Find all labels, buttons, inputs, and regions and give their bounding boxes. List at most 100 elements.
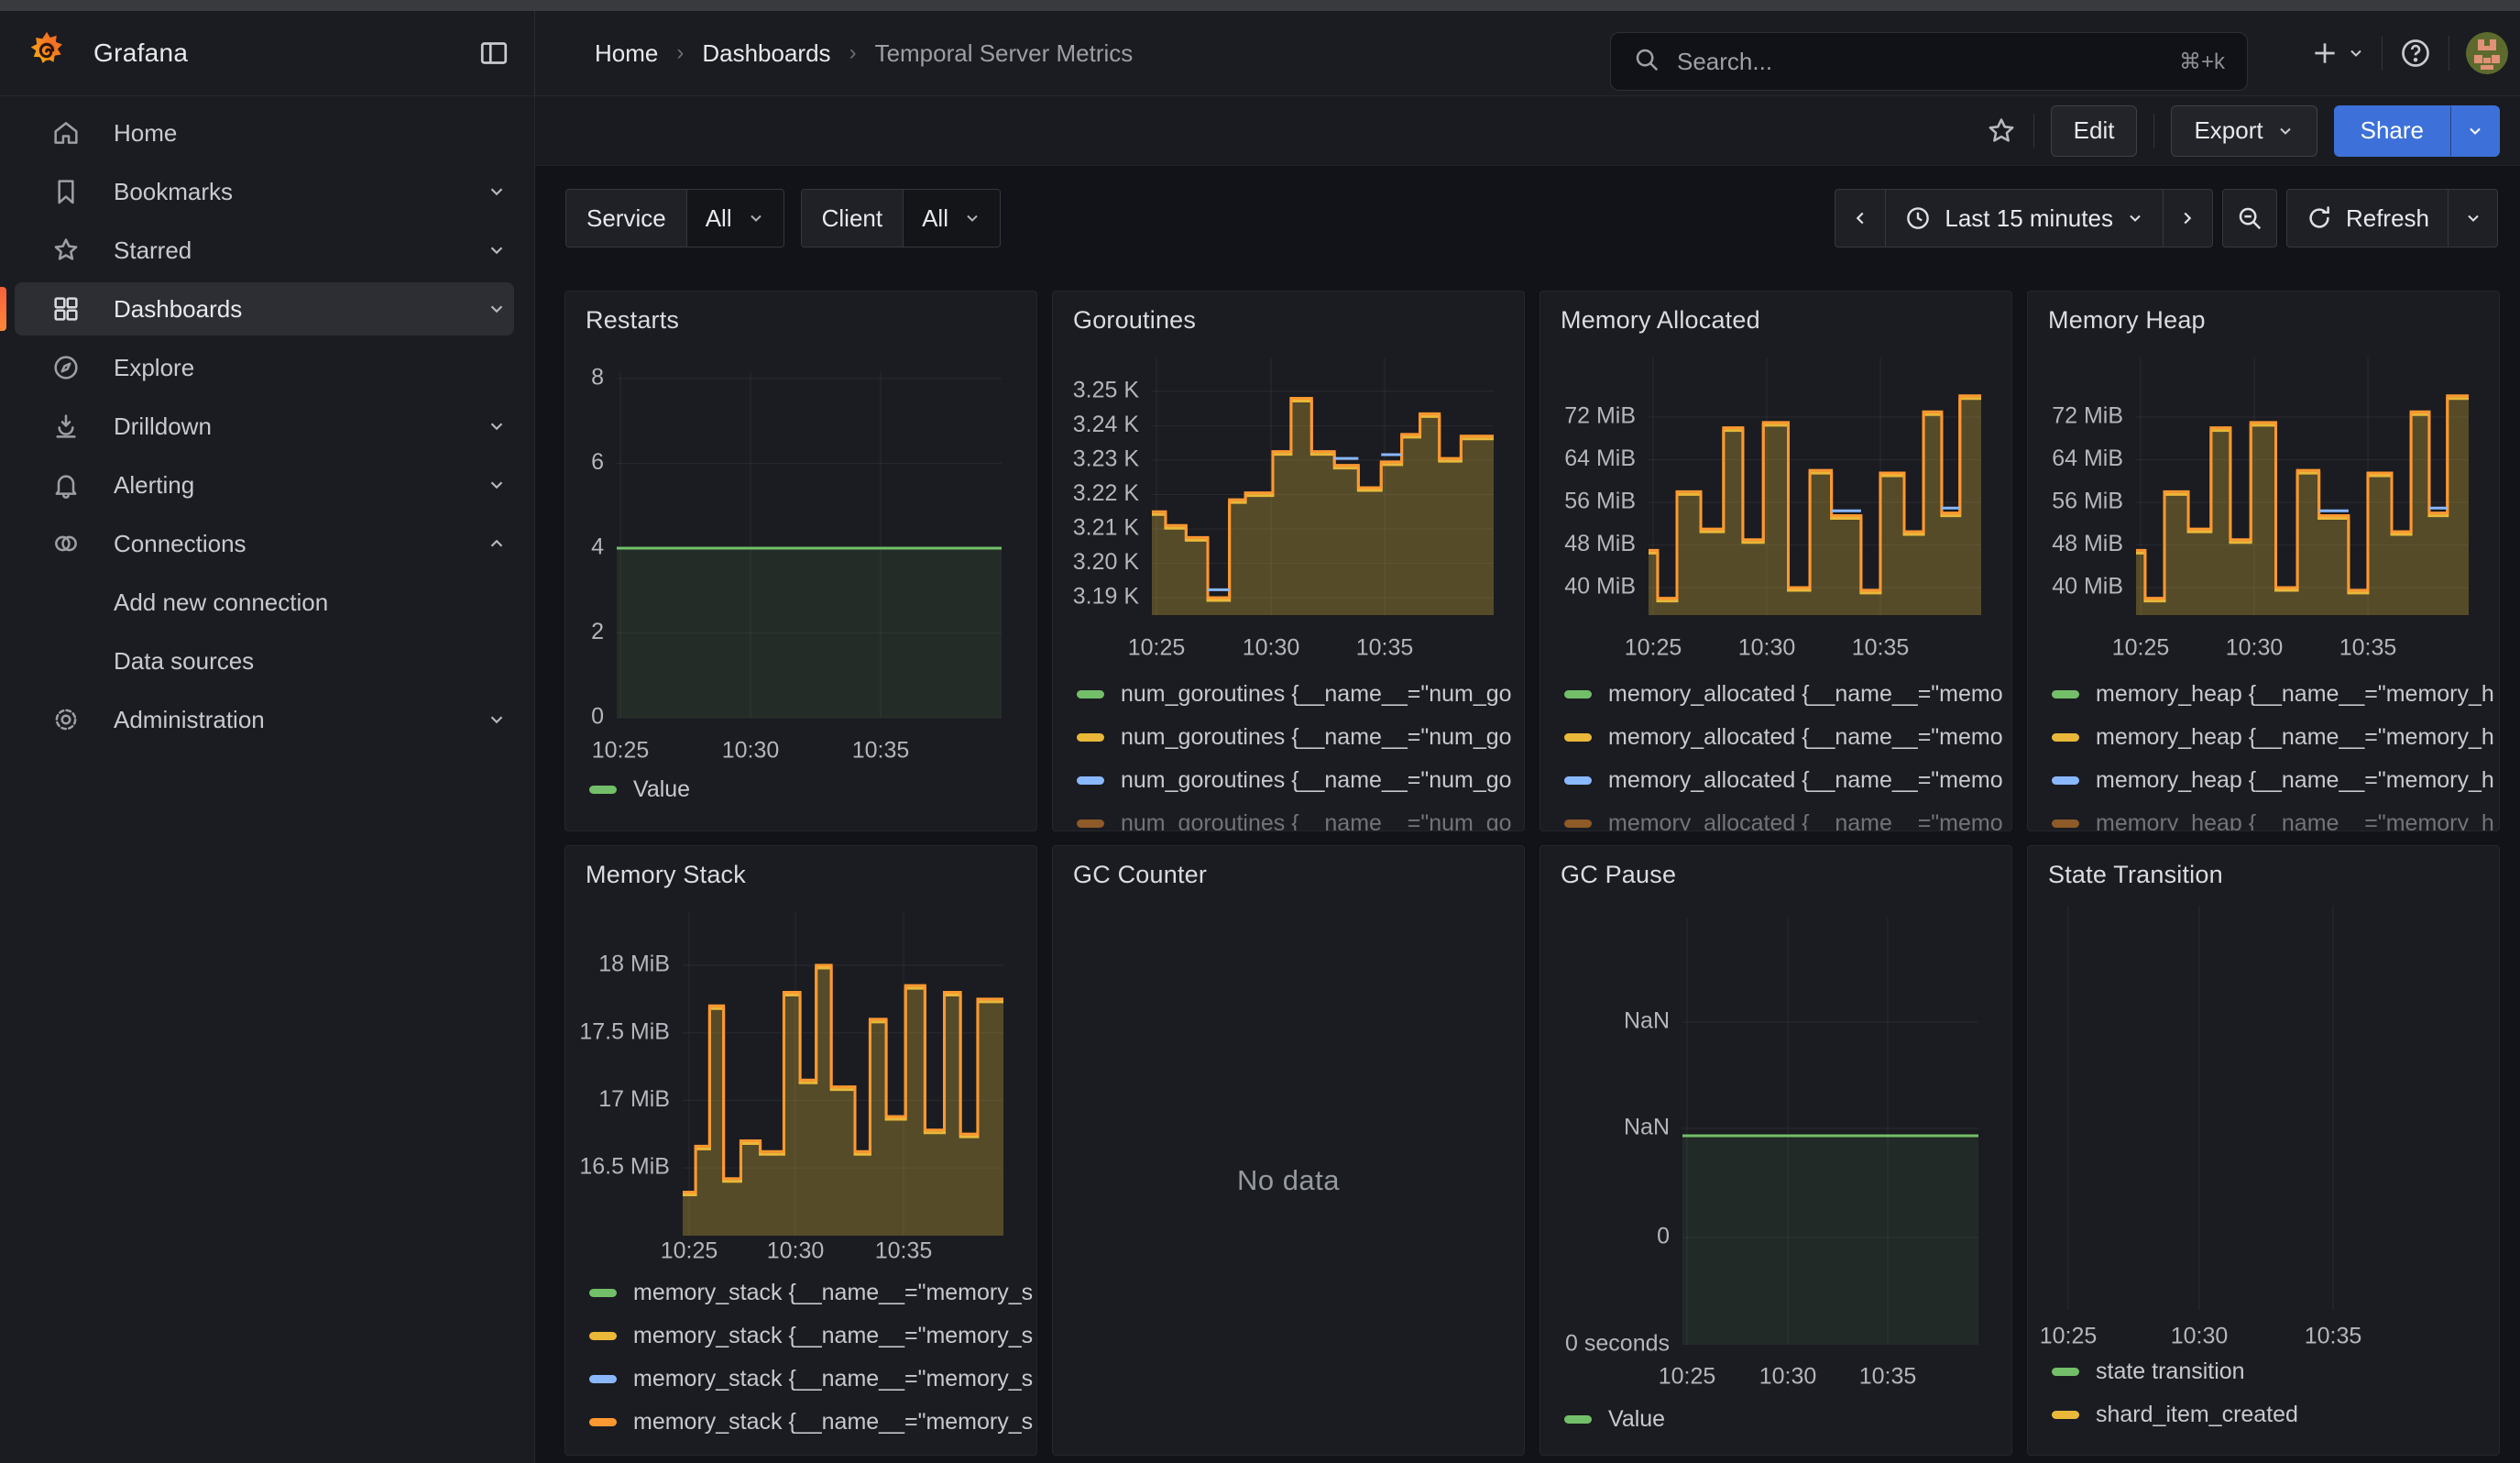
legend-item[interactable]: memory_allocated {__name__="memo <box>1564 673 2011 716</box>
chart-state_transition: 10:2510:3010:35 <box>2028 901 2499 1350</box>
chart-gc_pause: NaNNaN00 seconds10:2510:3010:35 <box>1540 901 2011 1378</box>
chart-restarts: 8642010:2510:3010:35 <box>565 346 1036 768</box>
legend-series-marker <box>589 1289 617 1297</box>
legend-series-label: Value <box>1608 1406 1665 1433</box>
chart-goroutines: 3.25 K3.24 K3.23 K3.22 K3.21 K3.20 K3.19… <box>1053 346 1524 667</box>
legend-item[interactable]: memory_heap {__name__="memory_h <box>2052 716 2499 759</box>
svg-text:0: 0 <box>591 704 604 730</box>
share-button[interactable]: Share <box>2334 105 2450 157</box>
compass-icon <box>51 353 81 382</box>
legend-item[interactable]: memory_stack {__name__="memory_s <box>589 1401 1036 1444</box>
legend-item[interactable]: memory_allocated {__name__="memo <box>1564 759 2011 802</box>
sidebar-item-bookmarks[interactable]: Bookmarks <box>0 162 534 221</box>
svg-text:10:30: 10:30 <box>2171 1324 2229 1349</box>
dashboards-grid-icon <box>51 294 81 324</box>
chart-canvas[interactable]: 10:2510:3010:35 <box>2028 901 2500 1350</box>
legend-item[interactable]: Value <box>589 768 1036 811</box>
chart-canvas[interactable]: 72 MiB64 MiB56 MiB48 MiB40 MiB10:2510:30… <box>2028 346 2500 667</box>
panel-title-memory_heap[interactable]: Memory Heap <box>2028 292 2499 346</box>
legend-item[interactable]: memory_allocated {__name__="memo <box>1564 802 2011 831</box>
export-button[interactable]: Export <box>2171 105 2317 157</box>
svg-text:72 MiB: 72 MiB <box>1564 403 1636 429</box>
chart-canvas[interactable]: 18 MiB17.5 MiB17 MiB16.5 MiB10:2510:3010… <box>565 901 1037 1254</box>
sidebar-item-home[interactable]: Home <box>0 104 534 162</box>
sidebar-item-dashboards[interactable]: Dashboards <box>0 280 534 338</box>
legend-item[interactable]: memory_stack {__name__="memory_s <box>589 1358 1036 1401</box>
add-new-button[interactable] <box>2310 38 2365 68</box>
sidebar-item-drilldown[interactable]: Drilldown <box>0 397 534 456</box>
legend-item[interactable]: memory_heap {__name__="memory_h <box>2052 802 2499 831</box>
sidebar-item-data-sources[interactable]: Data sources <box>0 632 534 690</box>
no-data-message: No data <box>1053 901 1524 1414</box>
legend-item[interactable]: memory_heap {__name__="memory_h <box>2052 759 2499 802</box>
chevron-down-icon <box>2466 122 2484 140</box>
panel-title-goroutines[interactable]: Goroutines <box>1053 292 1524 346</box>
legend-series-marker <box>1077 690 1104 698</box>
svg-text:64 MiB: 64 MiB <box>1564 446 1636 471</box>
panel-restarts: Restarts8642010:2510:3010:35Value <box>564 291 1037 831</box>
legend-series-marker <box>2052 820 2079 828</box>
search-input[interactable]: Search... ⌘+k <box>1610 32 2248 91</box>
legend-item[interactable]: memory_stack {__name__="memory_s <box>589 1271 1036 1314</box>
chart-canvas[interactable]: 8642010:2510:3010:35 <box>565 346 1037 768</box>
time-shift-back-button[interactable] <box>1835 190 1885 247</box>
legend-item[interactable]: memory_allocated {__name__="memo <box>1564 716 2011 759</box>
svg-text:10:30: 10:30 <box>722 738 780 764</box>
sidebar-item-starred[interactable]: Starred <box>0 221 534 280</box>
time-shift-forward-button[interactable] <box>2163 190 2212 247</box>
share-split-button: Share <box>2334 105 2500 157</box>
breadcrumb-current: Temporal Server Metrics <box>875 39 1134 68</box>
sidebar-item-add-new-connection[interactable]: Add new connection <box>0 573 534 632</box>
sidebar-toggle-icon[interactable] <box>477 37 510 70</box>
grafana-logo-icon[interactable] <box>26 30 68 77</box>
svg-text:2: 2 <box>591 619 604 644</box>
svg-text:56 MiB: 56 MiB <box>1564 489 1636 514</box>
chart-canvas[interactable]: 72 MiB64 MiB56 MiB48 MiB40 MiB10:2510:30… <box>1540 346 2012 667</box>
panel-title-memory_stack[interactable]: Memory Stack <box>565 846 1036 901</box>
breadcrumb: Home › Dashboards › Temporal Server Metr… <box>595 11 1133 95</box>
svg-text:0 seconds: 0 seconds <box>1565 1331 1670 1357</box>
divider <box>2153 114 2154 148</box>
edit-button[interactable]: Edit <box>2051 105 2138 157</box>
legend-item[interactable]: num_goroutines {__name__="num_go <box>1077 673 1524 716</box>
chart-canvas[interactable]: 3.25 K3.24 K3.23 K3.22 K3.21 K3.20 K3.19… <box>1053 346 1525 667</box>
share-dropdown-button[interactable] <box>2450 105 2500 157</box>
breadcrumb-dashboards[interactable]: Dashboards <box>702 39 830 68</box>
legend-series-label: memory_heap {__name__="memory_h <box>2096 810 2494 831</box>
panel-title-gc_counter[interactable]: GC Counter <box>1053 846 1524 901</box>
sidebar-item-administration[interactable]: Administration <box>0 690 534 749</box>
user-avatar[interactable] <box>2466 32 2508 74</box>
favorite-star-icon[interactable] <box>1986 116 2017 147</box>
chart-canvas[interactable]: NaNNaN00 seconds10:2510:3010:35 <box>1540 901 2012 1378</box>
legend-item[interactable]: shard_item_created <box>2052 1393 2499 1436</box>
legend-item[interactable]: num_goroutines {__name__="num_go <box>1077 716 1524 759</box>
legend-memory_heap: memory_heap {__name__="memory_hmemory_he… <box>2028 667 2499 831</box>
gear-icon <box>51 705 81 734</box>
breadcrumb-home[interactable]: Home <box>595 39 658 68</box>
refresh-interval-dropdown[interactable] <box>2448 190 2497 247</box>
service-filter-value[interactable]: All <box>687 190 783 247</box>
legend-item[interactable]: memory_heap {__name__="memory_h <box>2052 673 2499 716</box>
time-range-picker[interactable]: Last 15 minutes <box>1885 190 2163 247</box>
panel-title-state_transition[interactable]: State Transition <box>2028 846 2499 901</box>
chevron-down-icon <box>2276 122 2295 140</box>
legend-item[interactable]: Value <box>1564 1398 2011 1441</box>
zoom-out-icon[interactable] <box>2223 190 2276 247</box>
legend-series-label: state transition <box>2096 1358 2245 1385</box>
svg-text:10:25: 10:25 <box>592 738 650 764</box>
legend-item[interactable]: state transition <box>2052 1350 2499 1393</box>
svg-text:10:30: 10:30 <box>2226 635 2284 661</box>
help-icon[interactable] <box>2399 37 2432 70</box>
sidebar-item-connections[interactable]: Connections <box>0 514 534 573</box>
legend-item[interactable]: num_goroutines {__name__="num_go <box>1077 759 1524 802</box>
refresh-button[interactable]: Refresh <box>2287 190 2448 247</box>
panel-title-memory_allocated[interactable]: Memory Allocated <box>1540 292 2011 346</box>
sidebar-item-alerting[interactable]: Alerting <box>0 456 534 514</box>
panel-title-gc_pause[interactable]: GC Pause <box>1540 846 2011 901</box>
legend-item[interactable]: num_goroutines {__name__="num_go <box>1077 802 1524 831</box>
sidebar-item-explore[interactable]: Explore <box>0 338 534 397</box>
client-filter-value[interactable]: All <box>904 190 1000 247</box>
legend-item[interactable]: memory_stack {__name__="memory_s <box>589 1314 1036 1358</box>
panel-gc_pause: GC PauseNaNNaN00 seconds10:2510:3010:35 V… <box>1539 845 2012 1456</box>
panel-title-restarts[interactable]: Restarts <box>565 292 1036 346</box>
